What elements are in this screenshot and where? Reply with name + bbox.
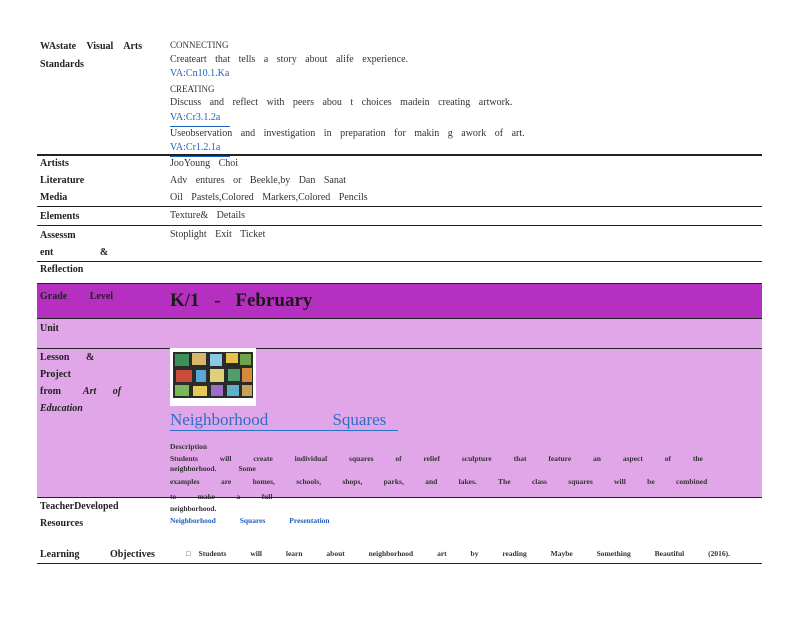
assessment-label: Assessm ent & Reflection (40, 230, 109, 275)
description-line-2: examples are homes, schools, shops, park… (170, 477, 708, 501)
unit-label: Unit (40, 323, 59, 334)
standards-content: CONNECTING Createart that tells a story … (170, 38, 730, 157)
connecting-text: Createart that tells a story about alife… (170, 53, 409, 65)
divider (37, 154, 762, 156)
grade-level-value: K/1 - February (170, 290, 313, 311)
media-value: Oil Pastels,Colored Markers,Colored Penc… (170, 192, 368, 203)
divider (37, 563, 762, 564)
lesson-label: Lesson & Project from Art of Education (40, 352, 122, 414)
creating-code-link-1[interactable]: VA:Cr3.1.2a (170, 111, 231, 127)
connecting-code-link[interactable]: VA:Cn10.1.Ka (170, 67, 730, 82)
teacher-resources-label: TeacherDeveloped Resources (40, 501, 119, 529)
assessment-value: Stoplight Exit Ticket (170, 229, 266, 240)
artists-label: Artists Literature Media (40, 158, 85, 203)
artists-values: JooYoung Choi Adv entures or Beekle,by D… (170, 155, 368, 206)
description-line-3: neighborhood. (170, 504, 217, 513)
checkbox-icon: □ (186, 549, 191, 558)
connecting-heading: CONNECTING (170, 40, 229, 50)
creating-text-2: Useobservation and investigation in prep… (170, 127, 525, 139)
creating-heading: CREATING (170, 83, 215, 94)
artists-value: JooYoung Choi (170, 158, 239, 169)
grade-level-label: Grade Level (40, 291, 114, 302)
lesson-title-link[interactable]: Neighborhood Squares (170, 410, 398, 431)
divider (37, 318, 762, 319)
teacher-resources-link[interactable]: Neighborhood Squares Presentation (170, 516, 330, 525)
objective-item: □ Students will learn about neighborhood … (186, 549, 731, 558)
description-line-1: Students will create individual squares … (170, 454, 703, 473)
literature-value: Adv entures or Beekle,by Dan Sanat (170, 175, 347, 186)
grade-level-band (37, 284, 762, 318)
elements-value: Texture& Details (170, 210, 245, 221)
learning-objectives-label: Learning Objectives (40, 549, 155, 560)
standards-label: WAstate Visual Arts Standards (40, 41, 143, 70)
neighborhood-squares-image (170, 348, 256, 406)
divider (37, 261, 762, 262)
divider (37, 206, 762, 207)
divider (37, 225, 762, 226)
divider (37, 497, 762, 498)
description-heading: Description (170, 442, 208, 451)
description-block: Description Students will create individ… (170, 439, 730, 514)
unit-band (37, 318, 762, 348)
elements-label: Elements (40, 211, 80, 222)
creating-text: Discuss and reflect with peers abou t ch… (170, 97, 513, 109)
